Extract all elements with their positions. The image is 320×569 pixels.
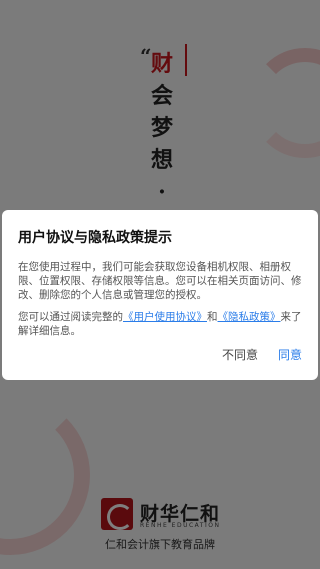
agreement-prefix: 您可以通过阅读完整的 [18, 311, 123, 323]
user-agreement-link[interactable]: 《用户使用协议》 [123, 311, 207, 323]
dialog-body: 在您使用过程中，我们可能会获取您设备相机权限、相册权限、位置权限、存储权限等信息… [18, 260, 302, 338]
agreement-notice: 您可以通过阅读完整的《用户使用协议》和《隐私政策》来了解详细信息。 [18, 310, 302, 338]
privacy-dialog: 用户协议与隐私政策提示 在您使用过程中，我们可能会获取您设备相机权限、相册权限、… [2, 210, 318, 380]
dialog-actions: 不同意 同意 [222, 346, 302, 363]
dialog-title: 用户协议与隐私政策提示 [18, 230, 172, 246]
agreement-and: 和 [207, 311, 218, 323]
agree-button[interactable]: 同意 [278, 346, 302, 363]
permission-notice: 在您使用过程中，我们可能会获取您设备相机权限、相册权限、位置权限、存储权限等信息… [18, 261, 302, 301]
privacy-policy-link[interactable]: 《隐私政策》 [218, 311, 281, 323]
disagree-button[interactable]: 不同意 [222, 346, 258, 363]
